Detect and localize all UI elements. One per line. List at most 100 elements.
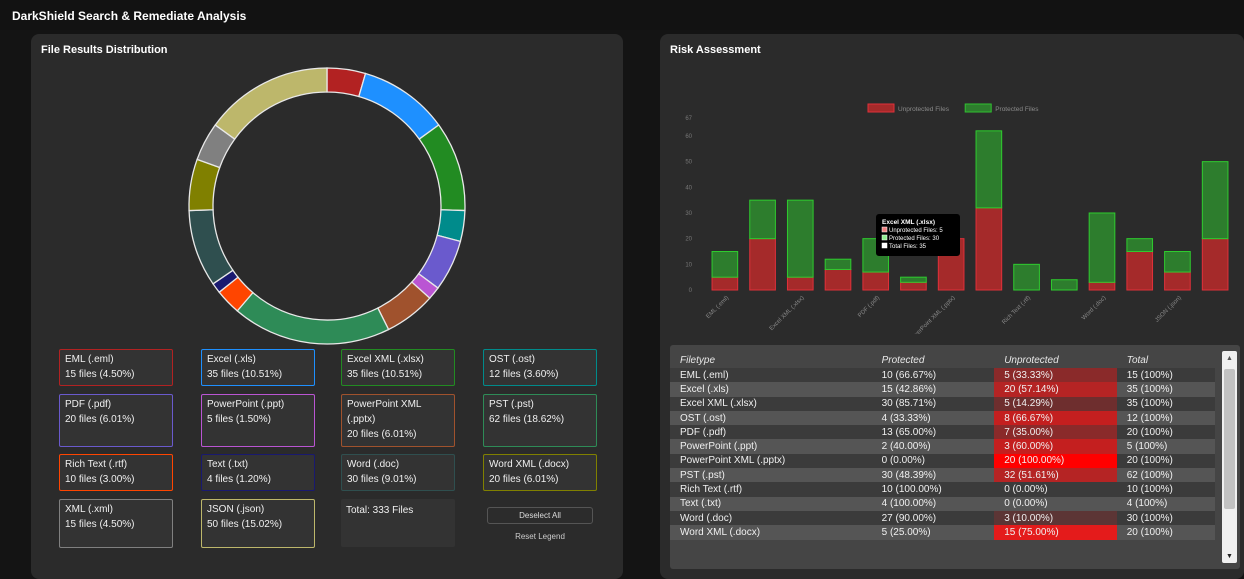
- table-row: Text (.txt) 4 (100.00%) 0 (0.00%) 4 (100%): [670, 496, 1215, 511]
- app-title: DarkShield Search & Remediate Analysis: [12, 9, 247, 23]
- header-total[interactable]: Total: [1117, 353, 1215, 368]
- legend-item-ost-ost[interactable]: OST (.ost) 12 files (3.60%): [483, 349, 597, 386]
- legend-item-label: Rich Text (.rtf): [65, 459, 128, 470]
- donut-slice-word-doc[interactable]: [188, 209, 234, 285]
- bar-word-doc-protected-files[interactable]: [1088, 212, 1116, 283]
- legend-item-count: 20 files (6.01%): [347, 429, 417, 440]
- legend-item-word-xml-docx[interactable]: Word XML (.docx) 20 files (6.01%): [483, 454, 597, 491]
- legend-item-rich-text-rtf[interactable]: Rich Text (.rtf) 10 files (3.00%): [59, 454, 173, 491]
- cell-protected: 4 (33.33%): [871, 410, 995, 426]
- bar-ost-ost-protected-files[interactable]: [824, 258, 852, 270]
- bar-pst-pst-unprotected-files[interactable]: [975, 207, 1003, 291]
- x-tick-label: EML (.eml): [705, 295, 730, 320]
- cell-total: 20 (100%): [1116, 425, 1215, 440]
- cell-filetype: Rich Text (.rtf): [670, 482, 872, 497]
- legend-item-powerpoint-xml-pptx[interactable]: PowerPoint XML (.pptx) 20 files (6.01%): [341, 394, 455, 447]
- legend-label-unprotected-files[interactable]: Unprotected Files: [898, 106, 950, 113]
- cell-total: 5 (100%): [1116, 439, 1215, 454]
- header-unprotected[interactable]: Unprotected: [994, 353, 1117, 368]
- cell-filetype: Text (.txt): [670, 496, 872, 511]
- cell-unprotected: 8 (66.67%): [994, 410, 1117, 426]
- legend-item-word-doc[interactable]: Word (.doc) 30 files (9.01%): [341, 454, 455, 491]
- cell-filetype: OST (.ost): [670, 410, 872, 426]
- cell-protected: 10 (66.67%): [871, 368, 995, 383]
- header-protected[interactable]: Protected: [872, 353, 995, 368]
- bar-excel-xml-xlsx-protected-files[interactable]: [786, 199, 814, 278]
- legend-swatch-protected-files[interactable]: [964, 103, 992, 113]
- bar-excel-xls-unprotected-files[interactable]: [749, 238, 776, 291]
- cell-filetype: Word (.doc): [670, 510, 872, 526]
- header-filetype[interactable]: Filetype: [670, 353, 872, 368]
- cell-total: 12 (100%): [1116, 410, 1215, 426]
- reset-legend-link[interactable]: Reset Legend: [487, 530, 593, 544]
- bar-xml-xml-protected-files[interactable]: [1164, 250, 1191, 273]
- tooltip-swatch: [881, 242, 888, 249]
- bar-word-xml-docx-protected-files[interactable]: [1126, 238, 1154, 252]
- scroll-down-icon[interactable]: ▼: [1226, 553, 1233, 560]
- table-row: PDF (.pdf) 13 (65.00%) 7 (35.00%) 20 (100%): [670, 425, 1215, 440]
- x-tick-label: JSON (.json): [1154, 295, 1183, 324]
- legend-item-text-txt[interactable]: Text (.txt) 4 files (1.20%): [201, 454, 315, 491]
- risk-assessment-panel: Risk Assessment Unprotected Files Protect…: [660, 34, 1244, 579]
- risk-bar-chart: Unprotected Files Protected Files 0 10 20 30 4…: [685, 103, 1229, 334]
- legend-item-eml-eml[interactable]: EML (.eml) 15 files (4.50%): [59, 349, 173, 386]
- cell-filetype: EML (.eml): [670, 368, 872, 383]
- legend-item-excel-xml-xlsx[interactable]: Excel XML (.xlsx) 35 files (10.51%): [341, 349, 455, 386]
- legend-item-pdf-pdf[interactable]: PDF (.pdf) 20 files (6.01%): [59, 394, 173, 447]
- legend-item-label: PST (.pst): [489, 399, 534, 410]
- scroll-up-icon[interactable]: ▲: [1226, 355, 1233, 362]
- y-tick-label: 30: [685, 211, 692, 217]
- cell-total: 35 (100%): [1116, 396, 1215, 411]
- legend-item-count: 20 files (6.01%): [65, 414, 135, 425]
- cell-filetype: Excel XML (.xlsx): [670, 396, 872, 411]
- bar-excel-xml-xlsx-unprotected-files[interactable]: [786, 276, 814, 291]
- donut-slice-word-xml-docx[interactable]: [188, 158, 221, 212]
- cell-unprotected: 3 (10.00%): [994, 510, 1117, 526]
- legend-item-xml-xml[interactable]: XML (.xml) 15 files (4.50%): [59, 499, 173, 548]
- legend-item-count: 10 files (3.00%): [65, 474, 135, 485]
- bar-eml-eml-protected-files[interactable]: [711, 250, 739, 278]
- bar-powerpoint-ppt-unprotected-files[interactable]: [900, 281, 927, 291]
- cell-unprotected: 5 (33.33%): [994, 368, 1117, 383]
- legend-item-count: 35 files (10.51%): [347, 369, 423, 380]
- legend-item-excel-xls[interactable]: Excel (.xls) 35 files (10.51%): [201, 349, 315, 386]
- bar-xml-xml-unprotected-files[interactable]: [1164, 271, 1191, 291]
- bar-json-json-protected-files[interactable]: [1201, 161, 1229, 240]
- bar-word-xml-docx-unprotected-files[interactable]: [1126, 250, 1154, 291]
- bar-pdf-pdf-unprotected-files[interactable]: [862, 271, 890, 291]
- y-tick-label: 50: [685, 160, 692, 166]
- legend-item-label: Word (.doc): [347, 459, 400, 470]
- donut-slice-json-json[interactable]: [214, 67, 328, 140]
- bar-word-doc-unprotected-files[interactable]: [1088, 281, 1116, 291]
- bar-json-json-unprotected-files[interactable]: [1201, 238, 1229, 291]
- legend-item-count: 12 files (3.60%): [489, 369, 559, 380]
- donut-slice-excel-xml-xlsx[interactable]: [418, 124, 466, 212]
- bar-pst-pst-protected-files[interactable]: [975, 130, 1003, 209]
- deselect-all-button[interactable]: Deselect All: [487, 507, 593, 524]
- bar-ost-ost-unprotected-files[interactable]: [824, 268, 852, 291]
- x-tick-label: PowerPoint XML (.pptx): [908, 295, 957, 334]
- legend-item-label: JSON (.json): [207, 504, 265, 515]
- file-results-panel: File Results Distribution EML (.eml) 15 f…: [31, 34, 623, 579]
- bar-powerpoint-ppt-protected-files[interactable]: [900, 276, 927, 283]
- tooltip-swatch: [881, 234, 888, 241]
- legend-item-count: 5 files (1.50%): [207, 414, 271, 425]
- donut-slice-pst-pst[interactable]: [236, 291, 390, 345]
- scroll-thumb[interactable]: [1224, 369, 1235, 509]
- table-scrollbar[interactable]: ▲ ▼: [1222, 351, 1237, 563]
- bar-text-txt-protected-files[interactable]: [1050, 279, 1078, 291]
- legend-item-powerpoint-ppt[interactable]: PowerPoint (.ppt) 5 files (1.50%): [201, 394, 315, 447]
- x-tick-label: Excel XML (.xlsx): [769, 295, 806, 332]
- donut-slice-excel-xls[interactable]: [358, 72, 440, 140]
- legend-item-pst-pst[interactable]: PST (.pst) 62 files (18.62%): [483, 394, 597, 447]
- tooltip-line: Total Files: 35: [889, 244, 927, 250]
- legend-item-count: 30 files (9.01%): [347, 474, 417, 485]
- bar-excel-xls-protected-files[interactable]: [749, 199, 776, 240]
- legend-label-protected-files[interactable]: Protected Files: [995, 106, 1039, 113]
- legend-item-label: EML (.eml): [65, 354, 114, 365]
- bar-rich-text-rtf-protected-files[interactable]: [1013, 263, 1040, 291]
- legend-swatch-unprotected-files[interactable]: [867, 103, 895, 113]
- bar-eml-eml-unprotected-files[interactable]: [711, 276, 739, 291]
- legend-item-json-json[interactable]: JSON (.json) 50 files (15.02%): [201, 499, 315, 548]
- table-row: Word XML (.docx) 5 (25.00%) 15 (75.00%) 20 …: [670, 525, 1215, 540]
